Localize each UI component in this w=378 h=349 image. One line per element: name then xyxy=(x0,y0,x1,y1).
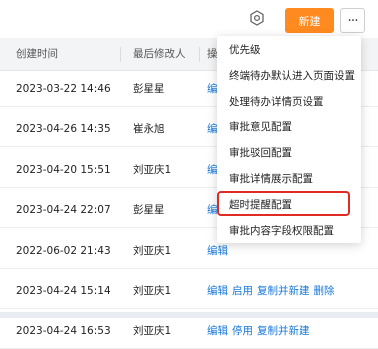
created-time-cell: 2023-03-22 14:46 xyxy=(16,83,111,95)
operations-cell: 编辑 停用 复制并新建 xyxy=(207,313,314,349)
menu-item[interactable]: 审批内容字段权限配置 xyxy=(217,218,361,244)
highlight-box xyxy=(217,191,350,216)
more-options-button[interactable]: ··· xyxy=(340,8,365,33)
operation-link[interactable]: 编辑 xyxy=(207,245,228,257)
created-time-cell: 2023-04-26 14:35 xyxy=(16,123,111,136)
modifier-cell: 刘亚庆1 xyxy=(133,325,172,338)
new-button[interactable]: 新建 xyxy=(285,8,334,33)
created-time-cell: 2023-04-24 16:53 xyxy=(16,325,111,338)
modifier-cell: 崔永旭 xyxy=(133,123,165,136)
menu-item[interactable]: 优先级 xyxy=(217,37,361,63)
menu-item[interactable]: 终端待办默认进入页面设置 xyxy=(217,63,361,89)
menu-item[interactable]: 审批详情展示配置 xyxy=(217,166,361,192)
table-row: 2023-04-24 16:53 刘亚庆1 编辑 停用 复制并新建 xyxy=(0,313,378,349)
created-time-cell: 2023-04-24 15:14 xyxy=(16,285,111,297)
created-time-cell: 2022-06-02 21:43 xyxy=(16,244,111,257)
operations-cell: 编辑 启用 复制并新建 删除 xyxy=(207,273,339,309)
modifier-cell: 刘亚庆1 xyxy=(133,244,172,257)
operation-link[interactable]: 编辑 xyxy=(207,325,228,337)
created-time-cell: 2023-04-24 22:07 xyxy=(16,204,111,217)
operation-link[interactable]: 编辑 xyxy=(207,285,228,297)
menu-item[interactable]: 审批意见配置 xyxy=(217,114,361,140)
operation-link[interactable]: 删除 xyxy=(314,285,335,297)
settings-icon[interactable] xyxy=(248,9,266,27)
modifier-cell: 彭星星 xyxy=(133,204,165,217)
menu-item[interactable]: 处理待办详情页设置 xyxy=(217,89,361,115)
column-divider[interactable] xyxy=(199,47,200,62)
header-operations: 操 xyxy=(207,48,218,60)
modifier-cell: 刘亚庆1 xyxy=(133,163,172,176)
modifier-cell: 彭星星 xyxy=(133,83,165,95)
operation-link[interactable]: 停用 xyxy=(232,325,253,337)
table-row: 2023-04-24 15:14 刘亚庆1 编辑 启用 复制并新建 删除 xyxy=(0,273,378,309)
toolbar: 新建 ··· xyxy=(0,0,378,38)
bottom-scroll-area xyxy=(0,312,378,318)
operation-link[interactable]: 复制并新建 xyxy=(257,325,310,337)
column-divider[interactable] xyxy=(120,47,121,62)
modifier-cell: 刘亚庆1 xyxy=(133,285,172,297)
header-last-modifier: 最后修改人 xyxy=(133,48,186,60)
operation-link[interactable]: 复制并新建 xyxy=(257,285,310,297)
operation-link[interactable]: 启用 xyxy=(232,285,253,297)
menu-item[interactable]: 审批驳回配置 xyxy=(217,140,361,166)
header-created-time: 创建时间 xyxy=(16,48,58,60)
created-time-cell: 2023-04-20 15:51 xyxy=(16,163,111,176)
